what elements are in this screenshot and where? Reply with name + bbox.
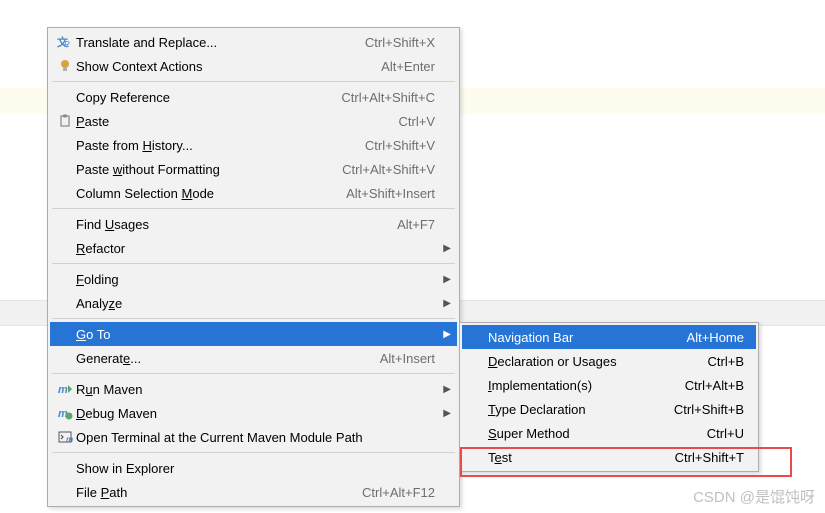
submenu-item-declaration[interactable]: Declaration or Usages Ctrl+B: [462, 349, 756, 373]
svg-text:R: R: [64, 40, 70, 49]
menu-item-column-selection[interactable]: Column Selection Mode Alt+Shift+Insert: [50, 181, 457, 205]
submenu-arrow-icon: ▶: [443, 384, 451, 395]
submenu-arrow-icon: ▶: [443, 243, 451, 254]
translate-icon: 文R: [54, 34, 76, 50]
menu-label: Paste from History...: [76, 138, 353, 153]
menu-label: Generate...: [76, 351, 368, 366]
svg-text:m: m: [58, 384, 68, 396]
menu-item-refactor[interactable]: Refactor ▶: [50, 236, 457, 260]
terminal-icon: m: [54, 429, 76, 445]
shortcut: Ctrl+Alt+F12: [362, 485, 435, 500]
shortcut: Alt+Home: [687, 330, 744, 345]
menu-item-find-usages[interactable]: Find Usages Alt+F7: [50, 212, 457, 236]
shortcut: Ctrl+Shift+B: [674, 402, 744, 417]
shortcut: Ctrl+B: [708, 354, 744, 369]
submenu-item-navigation-bar[interactable]: Navigation Bar Alt+Home: [462, 325, 756, 349]
menu-label: Test: [488, 450, 675, 465]
menu-item-paste-without-formatting[interactable]: Paste without Formatting Ctrl+Alt+Shift+…: [50, 157, 457, 181]
shortcut: Ctrl+Alt+B: [685, 378, 744, 393]
submenu-arrow-icon: ▶: [443, 408, 451, 419]
menu-label: Go To: [76, 327, 435, 342]
submenu-arrow-icon: ▶: [443, 274, 451, 285]
bulb-icon: [54, 58, 76, 74]
separator: [52, 263, 455, 264]
menu-label: Refactor: [76, 241, 435, 256]
menu-item-run-maven[interactable]: m Run Maven ▶: [50, 377, 457, 401]
separator: [52, 208, 455, 209]
menu-label: Super Method: [488, 426, 707, 441]
menu-item-paste-history[interactable]: Paste from History... Ctrl+Shift+V: [50, 133, 457, 157]
go-to-submenu: Navigation Bar Alt+Home Declaration or U…: [459, 322, 759, 472]
shortcut: Alt+F7: [397, 217, 435, 232]
maven-icon: m: [54, 381, 76, 397]
menu-item-show-explorer[interactable]: Show in Explorer: [50, 456, 457, 480]
maven-debug-icon: m: [54, 405, 76, 421]
menu-label: Debug Maven: [76, 406, 435, 421]
submenu-arrow-icon: ▶: [443, 298, 451, 309]
menu-label: Run Maven: [76, 382, 435, 397]
menu-label: Copy Reference: [76, 90, 329, 105]
menu-item-file-path[interactable]: File Path Ctrl+Alt+F12: [50, 480, 457, 504]
menu-label: Navigation Bar: [488, 330, 687, 345]
submenu-item-test[interactable]: Test Ctrl+Shift+T: [462, 445, 756, 469]
separator: [52, 318, 455, 319]
separator: [52, 373, 455, 374]
separator: [52, 452, 455, 453]
menu-label: Show in Explorer: [76, 461, 435, 476]
menu-label: Paste: [76, 114, 387, 129]
menu-item-context-actions[interactable]: Show Context Actions Alt+Enter: [50, 54, 457, 78]
menu-item-translate[interactable]: 文R Translate and Replace... Ctrl+Shift+X: [50, 30, 457, 54]
menu-item-generate[interactable]: Generate... Alt+Insert: [50, 346, 457, 370]
menu-label: File Path: [76, 485, 350, 500]
menu-label: Analyze: [76, 296, 435, 311]
shortcut: Ctrl+Shift+T: [675, 450, 744, 465]
menu-label: Folding: [76, 272, 435, 287]
menu-label: Declaration or Usages: [488, 354, 708, 369]
shortcut: Ctrl+Shift+X: [365, 35, 435, 50]
menu-label: Translate and Replace...: [76, 35, 353, 50]
menu-item-folding[interactable]: Folding ▶: [50, 267, 457, 291]
menu-label: Type Declaration: [488, 402, 674, 417]
menu-label: Implementation(s): [488, 378, 685, 393]
submenu-item-implementations[interactable]: Implementation(s) Ctrl+Alt+B: [462, 373, 756, 397]
paste-icon: [54, 113, 76, 129]
menu-label: Column Selection Mode: [76, 186, 334, 201]
menu-label: Paste without Formatting: [76, 162, 330, 177]
separator: [52, 81, 455, 82]
menu-item-analyze[interactable]: Analyze ▶: [50, 291, 457, 315]
shortcut: Ctrl+U: [707, 426, 744, 441]
menu-label: Find Usages: [76, 217, 385, 232]
menu-label: Open Terminal at the Current Maven Modul…: [76, 430, 435, 445]
shortcut: Alt+Shift+Insert: [346, 186, 435, 201]
shortcut: Ctrl+V: [399, 114, 435, 129]
shortcut: Ctrl+Alt+Shift+V: [342, 162, 435, 177]
shortcut: Ctrl+Alt+Shift+C: [341, 90, 435, 105]
shortcut: Alt+Enter: [381, 59, 435, 74]
shortcut: Ctrl+Shift+V: [365, 138, 435, 153]
submenu-item-type-declaration[interactable]: Type Declaration Ctrl+Shift+B: [462, 397, 756, 421]
menu-item-open-terminal[interactable]: m Open Terminal at the Current Maven Mod…: [50, 425, 457, 449]
menu-item-go-to[interactable]: Go To ▶: [50, 322, 457, 346]
submenu-item-super-method[interactable]: Super Method Ctrl+U: [462, 421, 756, 445]
menu-label: Show Context Actions: [76, 59, 369, 74]
svg-text:m: m: [66, 435, 73, 444]
menu-item-paste[interactable]: Paste Ctrl+V: [50, 109, 457, 133]
menu-item-debug-maven[interactable]: m Debug Maven ▶: [50, 401, 457, 425]
menu-item-copy-reference[interactable]: Copy Reference Ctrl+Alt+Shift+C: [50, 85, 457, 109]
shortcut: Alt+Insert: [380, 351, 435, 366]
submenu-arrow-icon: ▶: [443, 329, 451, 340]
watermark: CSDN @是馄饨呀: [693, 486, 815, 507]
context-menu: 文R Translate and Replace... Ctrl+Shift+X…: [47, 27, 460, 507]
